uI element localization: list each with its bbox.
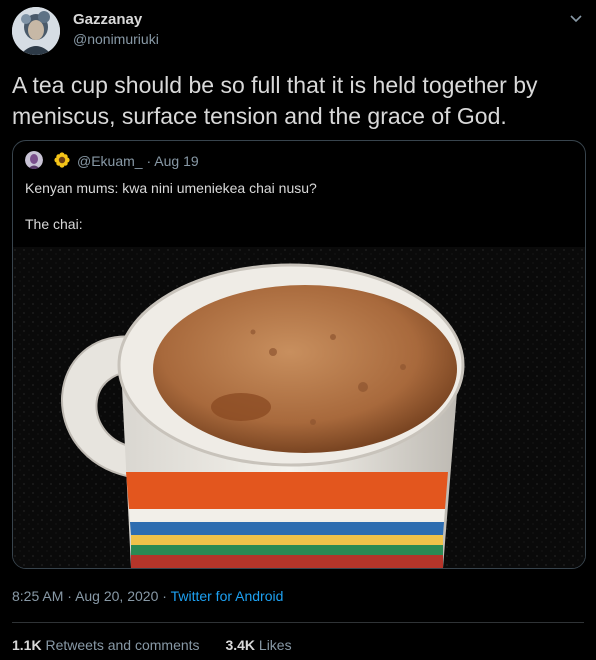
tweet-source-link[interactable]: Twitter for Android bbox=[171, 588, 284, 604]
quoted-separator: · bbox=[146, 153, 152, 169]
display-name[interactable]: Gazzanay bbox=[73, 11, 142, 28]
quoted-date[interactable]: Aug 19 bbox=[154, 153, 198, 169]
avatar[interactable] bbox=[12, 7, 60, 55]
tweet-header: Gazzanay @nonimuriuki bbox=[0, 0, 596, 60]
tweet-text: A tea cup should be so full that it is h… bbox=[12, 72, 538, 129]
quoted-line-2: The chai: bbox=[25, 216, 83, 232]
retweets-label: Retweets and comments bbox=[45, 637, 200, 653]
tweet-time[interactable]: 8:25 AM bbox=[12, 588, 63, 604]
avatar-image bbox=[12, 7, 60, 55]
meta-separator-2: · bbox=[162, 588, 167, 604]
likes-count: 3.4K bbox=[225, 637, 256, 653]
quoted-photo[interactable] bbox=[13, 247, 585, 568]
quoted-tweet[interactable]: @Ekuam_ · Aug 19 Kenyan mums: kwa nini u… bbox=[12, 140, 586, 569]
sunflower-emoji-icon bbox=[54, 152, 71, 168]
meta-separator: · bbox=[67, 588, 72, 604]
retweets-count: 1.1K bbox=[12, 637, 42, 653]
quoted-text: Kenyan mums: kwa nini umeniekea chai nus… bbox=[25, 179, 565, 251]
retweets-stat[interactable]: 1.1K Retweets and comments bbox=[12, 637, 203, 653]
quoted-line-1: Kenyan mums: kwa nini umeniekea chai nus… bbox=[25, 180, 317, 196]
quoted-handle[interactable]: @Ekuam_ bbox=[77, 153, 143, 169]
quoted-avatars bbox=[25, 151, 71, 169]
divider bbox=[12, 622, 584, 623]
tweet-stats: 1.1K Retweets and comments 3.4K Likes bbox=[12, 637, 314, 653]
tea-cup-photo bbox=[13, 247, 585, 568]
likes-label: Likes bbox=[258, 637, 292, 653]
likes-stat[interactable]: 3.4K Likes bbox=[225, 637, 291, 653]
chevron-down-icon[interactable] bbox=[568, 10, 584, 26]
tweet-date[interactable]: Aug 20, 2020 bbox=[75, 588, 158, 604]
quoted-meta: @Ekuam_ · Aug 19 bbox=[77, 153, 199, 169]
tweet-meta: 8:25 AM · Aug 20, 2020 · Twitter for And… bbox=[12, 588, 283, 604]
user-handle[interactable]: @nonimuriuki bbox=[73, 31, 159, 47]
quoted-avatar bbox=[25, 151, 43, 169]
